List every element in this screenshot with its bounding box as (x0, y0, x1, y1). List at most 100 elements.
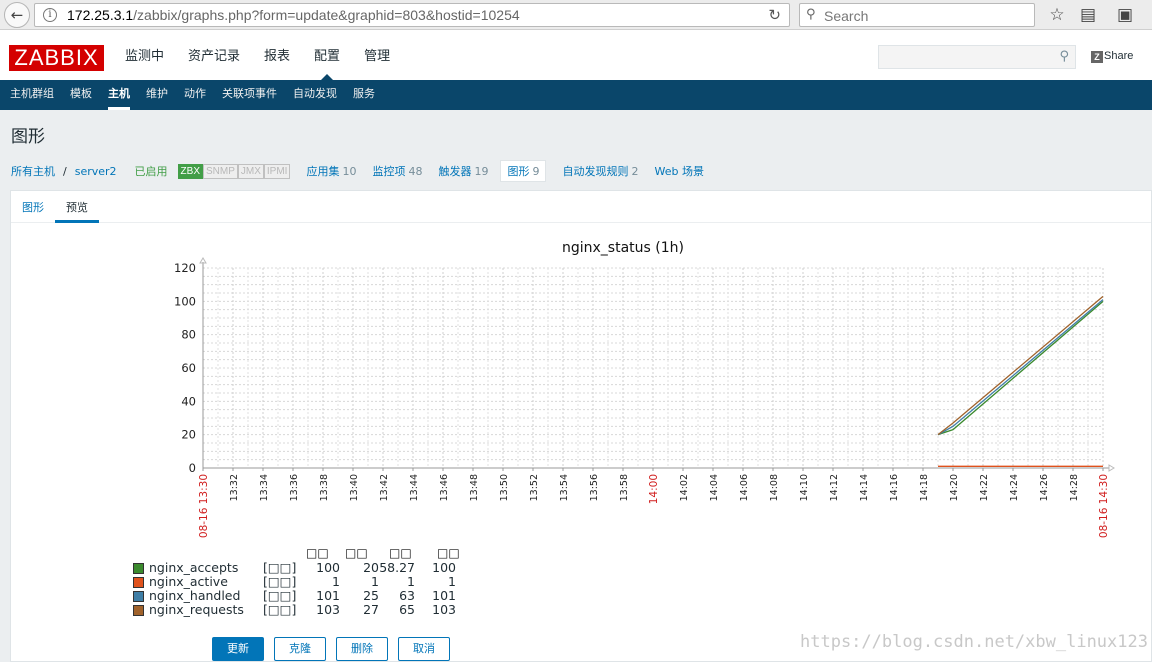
search-icon: ⚲ (806, 7, 816, 22)
nav-web-scenarios-label: Web 场景 (654, 165, 704, 178)
legend-header: □□ (437, 546, 460, 560)
nav-triggers[interactable]: 触发器 19 (438, 163, 488, 179)
status-enabled: 已启用 (134, 165, 168, 178)
submenu-hosts[interactable]: 主机 (100, 80, 138, 110)
browser-search-input[interactable]: ⚲ Search (799, 3, 1035, 27)
nav-discovery-rules-label: 自动发现规则 (562, 165, 629, 178)
reading-list-icon[interactable]: ▤ (1077, 4, 1099, 26)
legend-function: [□□] (263, 560, 297, 575)
menu-administration[interactable]: 管理 (352, 31, 402, 80)
nav-applications[interactable]: 应用集 10 (306, 163, 356, 179)
legend-value: 20 (363, 560, 379, 575)
share-z-icon: Z (1091, 51, 1103, 63)
submenu-event-correlation[interactable]: 关联项事件 (214, 80, 285, 110)
url-host: 172.25.3.1 (67, 7, 134, 23)
menu-configuration[interactable]: 配置 (302, 31, 352, 80)
breadcrumb-separator: / (63, 164, 67, 178)
legend-value: 25 (363, 588, 379, 603)
nav-triggers-label: 触发器 (438, 165, 472, 178)
menu-inventory[interactable]: 资产记录 (176, 31, 252, 80)
legend-value: 100 (432, 560, 456, 575)
legend-header: □□ (345, 546, 368, 560)
nav-items-label: 监控项 (372, 165, 406, 178)
nav-items-count: 48 (408, 165, 423, 178)
nav-applications-count: 10 (342, 165, 357, 178)
legend-value: 100 (316, 560, 340, 575)
menu-reports[interactable]: 报表 (252, 31, 302, 80)
bookmark-star-icon[interactable]: ☆ (1046, 4, 1068, 26)
share-link[interactable]: Z Share (1091, 50, 1133, 63)
main-menu: 监测中 资产记录 报表 配置 管理 (113, 31, 402, 80)
page-title: 图形 (11, 127, 45, 147)
breadcrumb-host[interactable]: server2 (75, 165, 117, 178)
pocket-icon[interactable]: ▣ (1114, 4, 1136, 26)
legend-series-name: nginx_active (149, 574, 228, 589)
nav-discovery-rules[interactable]: 自动发现规则 2 (562, 163, 638, 179)
zabbix-header: ZABBIX 监测中 资产记录 报表 配置 管理 ⚲ Z Share (0, 31, 1152, 80)
legend-value: 1 (332, 574, 340, 589)
sub-menu: 主机群组 模板 主机 维护 动作 关联项事件 自动发现 服务 (0, 80, 1152, 110)
legend-value: 63 (399, 588, 415, 603)
tab-preview[interactable]: 预览 (55, 199, 99, 223)
browser-search-placeholder: Search (824, 8, 869, 24)
legend-swatch (133, 605, 144, 616)
legend-value: 1 (407, 574, 415, 589)
badge-zbx: ZBX (177, 163, 203, 179)
legend-header: □□ (389, 546, 412, 560)
nav-graphs-count: 9 (532, 165, 540, 178)
menu-monitoring[interactable]: 监测中 (113, 31, 176, 80)
submenu-discovery[interactable]: 自动发现 (285, 80, 345, 110)
chart-title: nginx_status (1h) (562, 240, 684, 256)
badge-ipmi: IPMI (263, 163, 291, 179)
legend-swatch (133, 563, 144, 574)
badge-jmx: JMX (237, 163, 264, 179)
header-search-input[interactable]: ⚲ (878, 45, 1076, 69)
legend-function: [□□] (263, 588, 297, 603)
tab-bar: 图形 预览 (11, 191, 1151, 223)
back-arrow-icon[interactable]: ← (4, 2, 30, 28)
legend-value: 101 (316, 588, 340, 603)
legend-value: 1 (448, 574, 456, 589)
legend-value: 1 (371, 574, 379, 589)
address-bar[interactable]: i 172.25.3.1/zabbix/graphs.php?form=upda… (34, 3, 790, 27)
tab-graph[interactable]: 图形 (22, 199, 44, 215)
form-buttons: 更新 克隆 删除 取消 (212, 637, 460, 661)
nav-applications-label: 应用集 (306, 165, 340, 178)
nav-triggers-count: 19 (474, 165, 489, 178)
submenu-maintenance[interactable]: 维护 (138, 80, 176, 110)
breadcrumb-all-hosts[interactable]: 所有主机 (11, 163, 55, 179)
nav-web-scenarios[interactable]: Web 场景 (654, 163, 703, 179)
reload-icon[interactable]: ↻ (768, 6, 781, 24)
legend-value: 101 (432, 588, 456, 603)
delete-button[interactable]: 删除 (336, 637, 388, 661)
legend-value: 103 (316, 602, 340, 617)
search-icon[interactable]: ⚲ (1059, 49, 1069, 64)
badge-snmp: SNMP (203, 163, 238, 179)
legend-value: 65 (399, 602, 415, 617)
zabbix-logo[interactable]: ZABBIX (9, 45, 104, 71)
host-navigation: 所有主机 / server2 已启用 ZBX SNMP JMX IPMI 应用集… (11, 160, 704, 182)
nav-discovery-rules-count: 2 (631, 165, 639, 178)
nav-items[interactable]: 监控项 48 (372, 163, 422, 179)
legend-header: □□ (306, 546, 329, 560)
nav-graphs[interactable]: 图形 9 (500, 160, 547, 182)
cancel-button[interactable]: 取消 (398, 637, 450, 661)
legend-swatch (133, 577, 144, 588)
url-text: 172.25.3.1/zabbix/graphs.php?form=update… (67, 7, 520, 23)
info-icon[interactable]: i (43, 8, 57, 22)
share-label: Share (1104, 50, 1134, 62)
legend-series-name: nginx_accepts (149, 560, 239, 575)
submenu-actions[interactable]: 动作 (176, 80, 214, 110)
legend-value: 27 (363, 602, 379, 617)
legend-value: 103 (432, 602, 456, 617)
update-button[interactable]: 更新 (212, 637, 264, 661)
watermark: https://blog.csdn.net/xbw_linux123 (800, 632, 1148, 652)
browser-toolbar: ← i 172.25.3.1/zabbix/graphs.php?form=up… (0, 0, 1152, 30)
legend-function: [□□] (263, 602, 297, 617)
url-path: /zabbix/graphs.php?form=update&graphid=8… (133, 7, 520, 23)
submenu-templates[interactable]: 模板 (62, 80, 100, 110)
legend-series-name: nginx_requests (149, 602, 244, 617)
clone-button[interactable]: 克隆 (274, 637, 326, 661)
submenu-services[interactable]: 服务 (345, 80, 383, 110)
submenu-host-groups[interactable]: 主机群组 (2, 80, 62, 110)
